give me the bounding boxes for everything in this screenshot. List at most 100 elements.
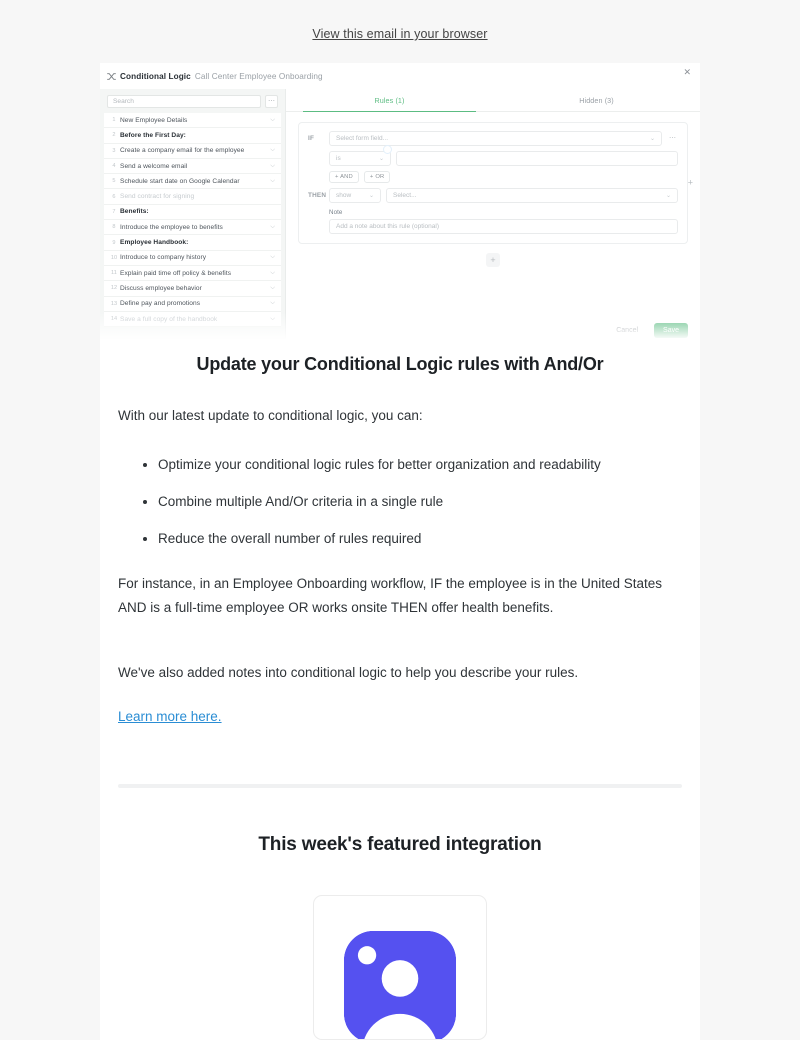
action-select[interactable]: show ⌄	[329, 188, 381, 203]
conditional-logic-app-screenshot: Conditional Logic Call Center Employee O…	[100, 63, 700, 346]
chevron-down-icon: ⌄	[369, 192, 374, 199]
list-item: Combine multiple And/Or criteria in a si…	[158, 492, 682, 512]
example-paragraph: For instance, in an Employee Onboarding …	[118, 572, 682, 621]
task-label: New Employee Details	[120, 117, 266, 124]
task-row[interactable]: 1New Employee Details⌵	[104, 113, 281, 128]
if-keyword: IF	[308, 135, 324, 142]
if-row: IF Select form field... ⌄ ⋯	[308, 131, 678, 146]
task-label: Introduce to company history	[120, 254, 266, 261]
note-input[interactable]: Add a note about this rule (optional)	[329, 219, 678, 234]
featured-section-title: This week's featured integration	[118, 834, 682, 856]
task-row[interactable]: 2Before the First Day:	[104, 128, 281, 143]
chevron-down-icon: ⌄	[379, 155, 384, 162]
sidebar-search-row: Search ⋯	[100, 89, 285, 113]
rule-options-button[interactable]: ⋯	[667, 135, 678, 142]
integration-app-logo-icon	[339, 926, 461, 1040]
save-button[interactable]: Save	[654, 323, 688, 338]
integration-logo-card[interactable]	[313, 895, 487, 1040]
chevron-down-icon[interactable]: ⌵	[270, 117, 275, 124]
drag-knob[interactable]	[383, 145, 392, 154]
task-row[interactable]: 9Employee Handbook:	[104, 235, 281, 250]
task-row[interactable]: 10Introduce to company history⌵	[104, 251, 281, 266]
page-title: Update your Conditional Logic rules with…	[118, 354, 682, 375]
search-input[interactable]: Search	[107, 95, 261, 108]
feature-list: Optimize your conditional logic rules fo…	[118, 455, 682, 550]
task-row[interactable]: 5Schedule start date on Google Calendar ⌵	[104, 174, 281, 189]
task-number: 3	[108, 148, 120, 154]
list-item: Reduce the overall number of rules requi…	[158, 529, 682, 549]
task-number: 13	[108, 301, 120, 307]
notes-paragraph: We've also added notes into conditional …	[118, 661, 682, 686]
task-number: 11	[108, 270, 120, 276]
email-content: Update your Conditional Logic rules with…	[100, 354, 700, 1040]
form-field-select[interactable]: Select form field... ⌄	[329, 131, 662, 146]
task-number: 4	[108, 163, 120, 169]
condition-row: is ⌄	[308, 151, 678, 166]
task-row[interactable]: 14Save a full copy of the handbook ⌵	[104, 312, 281, 327]
rule-builder-area: IF Select form field... ⌄ ⋯ is ⌄	[286, 112, 700, 267]
task-list: 1New Employee Details⌵2Before the First …	[104, 113, 281, 327]
task-row[interactable]: 13Define pay and promotions⌵	[104, 297, 281, 312]
cancel-button[interactable]: Cancel	[610, 326, 644, 335]
then-keyword: THEN	[308, 192, 324, 199]
workflow-name-label: Call Center Employee Onboarding	[195, 72, 323, 81]
rules-panel: Rules (1)Hidden (3) IF Select form field…	[286, 89, 700, 346]
action-target-select[interactable]: Select... ⌄	[386, 188, 678, 203]
preheader-bar: View this email in your browser	[0, 0, 800, 63]
task-row[interactable]: 7Benefits:	[104, 205, 281, 220]
task-row[interactable]: 11Explain paid time off policy & benefit…	[104, 266, 281, 281]
chevron-down-icon[interactable]: ⌵	[270, 147, 275, 154]
chevron-down-icon: ⌄	[650, 135, 655, 142]
chevron-down-icon[interactable]: ⌵	[270, 224, 275, 231]
app-name-label: Conditional Logic	[120, 72, 191, 81]
add-and-button[interactable]: + AND	[329, 171, 359, 183]
chevron-down-icon[interactable]: ⌵	[270, 300, 275, 307]
note-label: Note	[329, 209, 678, 216]
chevron-down-icon[interactable]: ⌵	[270, 254, 275, 261]
app-body: Search ⋯ 1New Employee Details⌵2Before t…	[100, 89, 700, 346]
chevron-down-icon[interactable]: ⌵	[270, 285, 275, 292]
action-select-value: show	[336, 192, 351, 199]
task-number: 14	[108, 316, 120, 322]
add-or-button[interactable]: + OR	[364, 171, 391, 183]
learn-more-link[interactable]: Learn more here.	[118, 709, 222, 724]
task-label: Explain paid time off policy & benefits	[120, 270, 266, 277]
task-row[interactable]: 8Introduce the employee to benefits⌵	[104, 220, 281, 235]
task-number: 12	[108, 285, 120, 291]
chevron-down-icon[interactable]: ⌵	[270, 270, 275, 277]
operator-select[interactable]: is ⌄	[329, 151, 391, 166]
app-titlebar: Conditional Logic Call Center Employee O…	[100, 63, 700, 89]
form-field-select-value: Select form field...	[336, 135, 388, 142]
rules-tabs: Rules (1)Hidden (3)	[286, 89, 700, 112]
view-in-browser-link[interactable]: View this email in your browser	[312, 27, 487, 41]
task-number: 5	[108, 178, 120, 184]
task-row[interactable]: 4Send a welcome email ⌵	[104, 159, 281, 174]
task-label: Benefits:	[120, 208, 275, 215]
task-label: Send a welcome email	[120, 163, 266, 170]
close-icon[interactable]: ✕	[683, 68, 691, 77]
chevron-down-icon[interactable]: ⌵	[270, 316, 275, 323]
task-label: Introduce the employee to benefits	[120, 224, 266, 231]
add-rule-button[interactable]: +	[486, 253, 500, 267]
logic-buttons: + AND + OR	[329, 171, 678, 183]
email-card: Conditional Logic Call Center Employee O…	[100, 63, 700, 1040]
rule-card: IF Select form field... ⌄ ⋯ is ⌄	[298, 122, 688, 244]
task-label: Save a full copy of the handbook	[120, 316, 266, 323]
task-row[interactable]: 6Send contract for signing	[104, 189, 281, 204]
chevron-down-icon[interactable]: ⌵	[270, 163, 275, 170]
intro-paragraph: With our latest update to conditional lo…	[118, 406, 682, 427]
task-row[interactable]: 12Discuss employee behavior ⌵	[104, 281, 281, 296]
add-condition-group-icon[interactable]: +	[688, 179, 693, 188]
task-row[interactable]: 3Create a company email for the employee…	[104, 144, 281, 159]
action-target-value: Select...	[393, 192, 416, 199]
sidebar-more-button[interactable]: ⋯	[265, 95, 278, 108]
tab-hidden[interactable]: Hidden (3)	[493, 89, 700, 111]
task-label: Discuss employee behavior	[120, 285, 266, 292]
section-divider	[118, 784, 682, 788]
condition-value-input[interactable]	[396, 151, 678, 166]
tab-rules[interactable]: Rules (1)	[286, 89, 493, 111]
task-label: Schedule start date on Google Calendar	[120, 178, 266, 185]
operator-select-value: is	[336, 155, 341, 162]
chevron-down-icon[interactable]: ⌵	[270, 178, 275, 185]
rule-actions: Cancel Save	[610, 323, 688, 338]
